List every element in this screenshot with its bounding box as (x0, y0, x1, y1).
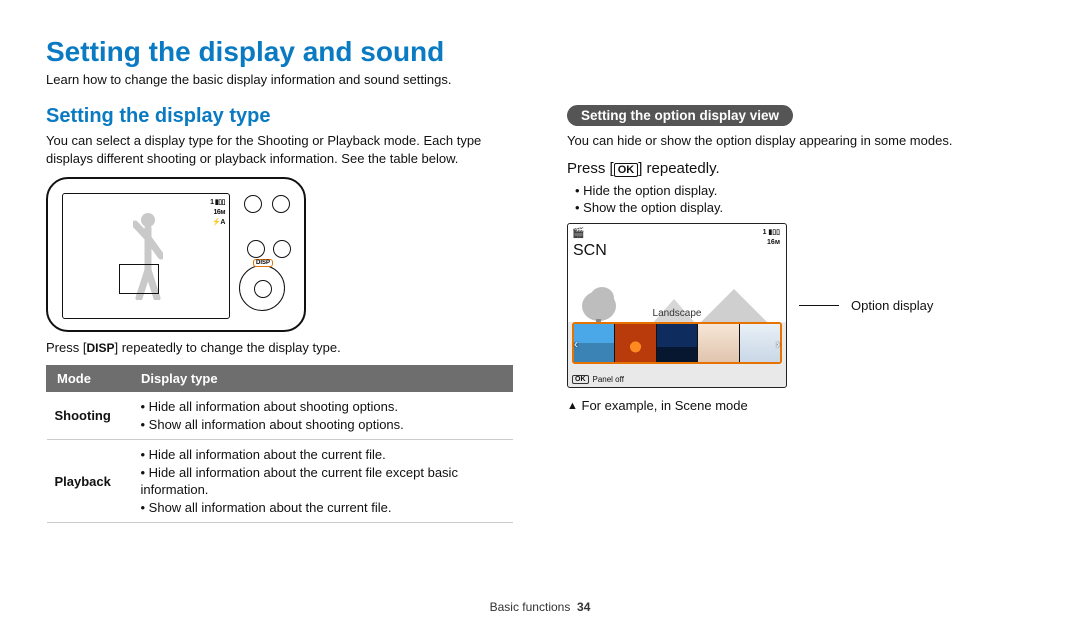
press-ok-line: Press [OK] repeatedly. (567, 160, 1034, 177)
scene-thumb-portrait (698, 324, 739, 362)
indicator-flash: ⚡A (210, 218, 225, 228)
ok-button-label: OK (614, 163, 639, 177)
indicator-size: 16ᴍ (210, 208, 225, 218)
camera-top-buttons (244, 195, 292, 213)
list-item: Hide the option display. (575, 183, 1034, 198)
chevron-right-icon: › (776, 337, 780, 351)
page-intro: Learn how to change the basic display in… (46, 72, 1034, 87)
scene-mode-screen: 🎬 1 ▮▯▯ 16ᴍ SCN Landscape (567, 223, 787, 388)
indicator-size: 16ᴍ (763, 238, 780, 249)
footnote-text: For example, in Scene mode (582, 398, 748, 413)
indicator-shots: 1 ▮▯▯ (763, 228, 780, 239)
table-row: Playback Hide all information about the … (47, 440, 513, 523)
caption-pre: Press [ (46, 340, 86, 355)
type-cell: Hide all information about shooting opti… (131, 392, 513, 440)
option-thumbnail-strip (572, 322, 782, 364)
list-item: Hide all information about the current f… (141, 464, 505, 499)
callout-line-icon (799, 305, 839, 306)
round-button-icon (273, 240, 291, 258)
screen-indicators: 1 ▮▯▯ 16ᴍ ⚡A (210, 198, 225, 227)
ok-small-label: OK (572, 375, 589, 384)
page-title: Setting the display and sound (46, 36, 1034, 68)
disp-button-highlight: DISP (253, 259, 273, 267)
display-type-table: Mode Display type Shooting Hide all info… (46, 365, 513, 523)
scene-thumb-dawn (657, 324, 698, 362)
mode-cell: Playback (47, 440, 131, 523)
indicator-shots: 1 ▮▯▯ (210, 198, 225, 208)
footer-section: Basic functions (490, 600, 571, 614)
disp-label-inline: DISP (86, 341, 114, 355)
mode-cell: Shooting (47, 392, 131, 440)
list-item: Hide all information about the current f… (141, 446, 505, 464)
left-column: Setting the display type You can select … (46, 105, 513, 523)
round-button-icon (247, 240, 265, 258)
content-columns: Setting the display type You can select … (46, 105, 1034, 523)
scene-bottombar: OK Panel off (572, 375, 624, 384)
camera-mid-buttons (247, 240, 291, 258)
scene-footnote: ▲ For example, in Scene mode (567, 398, 1034, 413)
clapper-icon: 🎬 (572, 228, 584, 239)
panel-off-label: Panel off (593, 375, 624, 384)
scene-diagram-row: 🎬 1 ▮▯▯ 16ᴍ SCN Landscape (567, 223, 1034, 388)
scn-badge: SCN (573, 242, 607, 260)
list-item: Show all information about the current f… (141, 499, 505, 517)
disp-caption: Press [DISP] repeatedly to change the di… (46, 340, 513, 355)
strip-title: Landscape (568, 308, 786, 319)
foliage-icon (590, 287, 614, 309)
type-cell: Hide all information about the current f… (131, 440, 513, 523)
list-item: Hide all information about shooting opti… (141, 398, 505, 416)
dpad-area: DISP (239, 261, 294, 316)
scene-topbar: 🎬 (572, 227, 782, 241)
th-display-type: Display type (131, 366, 513, 392)
page-footer: Basic functions 34 (0, 600, 1080, 614)
th-mode: Mode (47, 366, 131, 392)
scene-indicators: 1 ▮▯▯ 16ᴍ (763, 228, 780, 249)
scene-thumb-snow (740, 324, 780, 362)
option-display-callout: Option display (851, 298, 933, 313)
press-post: ] repeatedly. (638, 160, 719, 177)
left-body: You can select a display type for the Sh… (46, 132, 513, 167)
page-number: 34 (577, 600, 590, 614)
camera-screen: 1 ▮▯▯ 16ᴍ ⚡A (62, 193, 230, 319)
caption-post: ] repeatedly to change the display type. (114, 340, 340, 355)
press-pre: Press [ (567, 160, 614, 177)
option-view-heading: Setting the option display view (567, 105, 793, 126)
round-button-icon (244, 195, 262, 213)
right-body: You can hide or show the option display … (567, 132, 1034, 150)
list-item: Show the option display. (575, 200, 1034, 215)
camera-diagram: 1 ▮▯▯ 16ᴍ ⚡A DISP (46, 177, 306, 332)
right-column: Setting the option display view You can … (567, 105, 1034, 523)
dpad-icon (239, 265, 285, 311)
left-heading: Setting the display type (46, 105, 513, 128)
chevron-left-icon: ‹ (574, 337, 578, 351)
scene-thumb-sunset (615, 324, 656, 362)
triangle-icon: ▲ (567, 400, 578, 412)
focus-frame-icon (119, 264, 159, 294)
scene-thumb-landscape (574, 324, 615, 362)
table-row: Shooting Hide all information about shoo… (47, 392, 513, 440)
round-button-icon (272, 195, 290, 213)
list-item: Show all information about shooting opti… (141, 416, 505, 434)
